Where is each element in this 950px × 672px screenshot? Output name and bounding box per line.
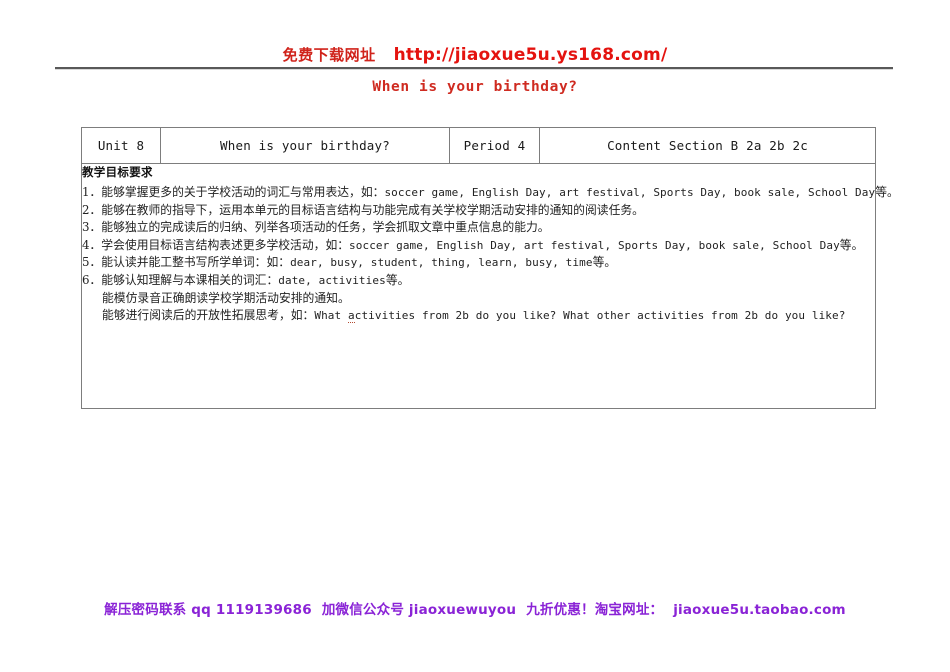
goal-line: 3．能够独立的完成读后的归纳、列举各项活动的任务，学会抓取文章中重点信息的能力。 — [82, 219, 875, 237]
cell-period: Period 4 — [449, 127, 540, 164]
footer-taobao-url[interactable]: jiaoxue5u.taobao.com — [673, 602, 846, 618]
goal-text-en: soccer game, English Day, art festival, … — [349, 238, 840, 252]
footer-wechat-text: 加微信公众号 jiaoxuewuyou — [321, 602, 517, 618]
goal-text-cn: 5．能认读并能工整书写所学单词：如： — [82, 255, 291, 270]
page-title: When is your birthday? — [372, 79, 578, 95]
goal-text-cn: 4．学会使用目标语言结构表述更多学校活动，如： — [82, 237, 350, 252]
goals-list: 1．能够掌握更多的关于学校活动的词汇与常用表达，如：soccer game, E… — [82, 184, 899, 325]
footer-discount-text: 九折优惠！淘宝网址： — [526, 602, 664, 618]
goal-line: 能模仿录音正确朗读学校学期活动安排的通知。 — [82, 290, 875, 308]
table-body-row: 教学目标要求 1．能够掌握更多的关于学校活动的词汇与常用表达，如：soccer … — [81, 163, 899, 409]
cell-unit: Unit 8 — [81, 127, 161, 164]
cell-teaching-goals: 教学目标要求 1．能够掌握更多的关于学校活动的词汇与常用表达，如：soccer … — [81, 163, 899, 409]
lesson-plan-table: Unit 8 When is your birthday? Period 4 C… — [81, 127, 899, 409]
goal-line: 1．能够掌握更多的关于学校活动的词汇与常用表达，如：soccer game, E… — [82, 184, 899, 202]
header-divider-rule — [55, 67, 893, 70]
goal-text-cn-suffix: 等。 — [875, 185, 899, 199]
goal-text-en: dear, busy, student, thing, learn, busy,… — [290, 256, 593, 270]
goal-text-en: soccer game, English Day, art festival, … — [384, 186, 876, 199]
goal-text-cn: 1．能够掌握更多的关于学校活动的词汇与常用表达，如： — [82, 185, 385, 199]
goal-text-cn: 3．能够独立的完成读后的归纳、列举各项活动的任务，学会抓取文章中重点信息的能力。 — [82, 220, 550, 235]
goal-line: 4．学会使用目标语言结构表述更多学校活动，如：soccer game, Engl… — [82, 237, 875, 255]
goal-text-cn-suffix: 等。 — [592, 255, 617, 270]
promo-header: 免费下载网址 http://jiaoxue5u.ys168.com/ — [0, 44, 950, 65]
footer-qq-text: 解压密码联系 qq 1119139686 — [104, 602, 312, 618]
promo-header-url[interactable]: http://jiaoxue5u.ys168.com/ — [394, 45, 668, 65]
goal-text-cn-suffix: 等。 — [385, 272, 410, 287]
goal-text-en-lead: What — [314, 309, 348, 323]
goals-heading: 教学目标要求 — [82, 165, 153, 179]
goal-text-cn-suffix: 等。 — [839, 237, 864, 252]
goal-text-cn: 能够进行阅读后的开放性拓展思考，如： — [102, 308, 315, 323]
goal-text-cn: 2．能够在教师的指导下，运用本单元的目标语言结构与功能完成有关学校学期活动安排的… — [82, 202, 644, 217]
spellcheck-marked-text: a — [347, 309, 355, 324]
goal-text-cn: 能模仿录音正确朗读学校学期活动安排的通知。 — [102, 290, 350, 305]
goal-line: 能够进行阅读后的开放性拓展思考，如：What activities from 2… — [82, 307, 875, 325]
table-header-row: Unit 8 When is your birthday? Period 4 C… — [81, 127, 876, 164]
cell-content: Content Section B 2a 2b 2c — [539, 127, 876, 164]
goal-text-cn: 6．能够认知理解与本课相关的词汇： — [82, 272, 279, 287]
promo-header-label: 免费下载网址 — [282, 46, 376, 64]
goal-text-en: ctivities from 2b do you like? What othe… — [354, 309, 846, 323]
goal-line: 5．能认读并能工整书写所学单词：如：dear, busy, student, t… — [82, 254, 875, 272]
goal-text-en: date, activities — [278, 273, 386, 287]
footer-promo: 解压密码联系 qq 1119139686 加微信公众号 jiaoxuewuyou 九… — [0, 598, 950, 618]
cell-topic: When is your birthday? — [160, 127, 450, 164]
goal-line: 6．能够认知理解与本课相关的词汇：date, activities等。 — [82, 272, 875, 290]
goal-line: 2．能够在教师的指导下，运用本单元的目标语言结构与功能完成有关学校学期活动安排的… — [82, 202, 875, 220]
